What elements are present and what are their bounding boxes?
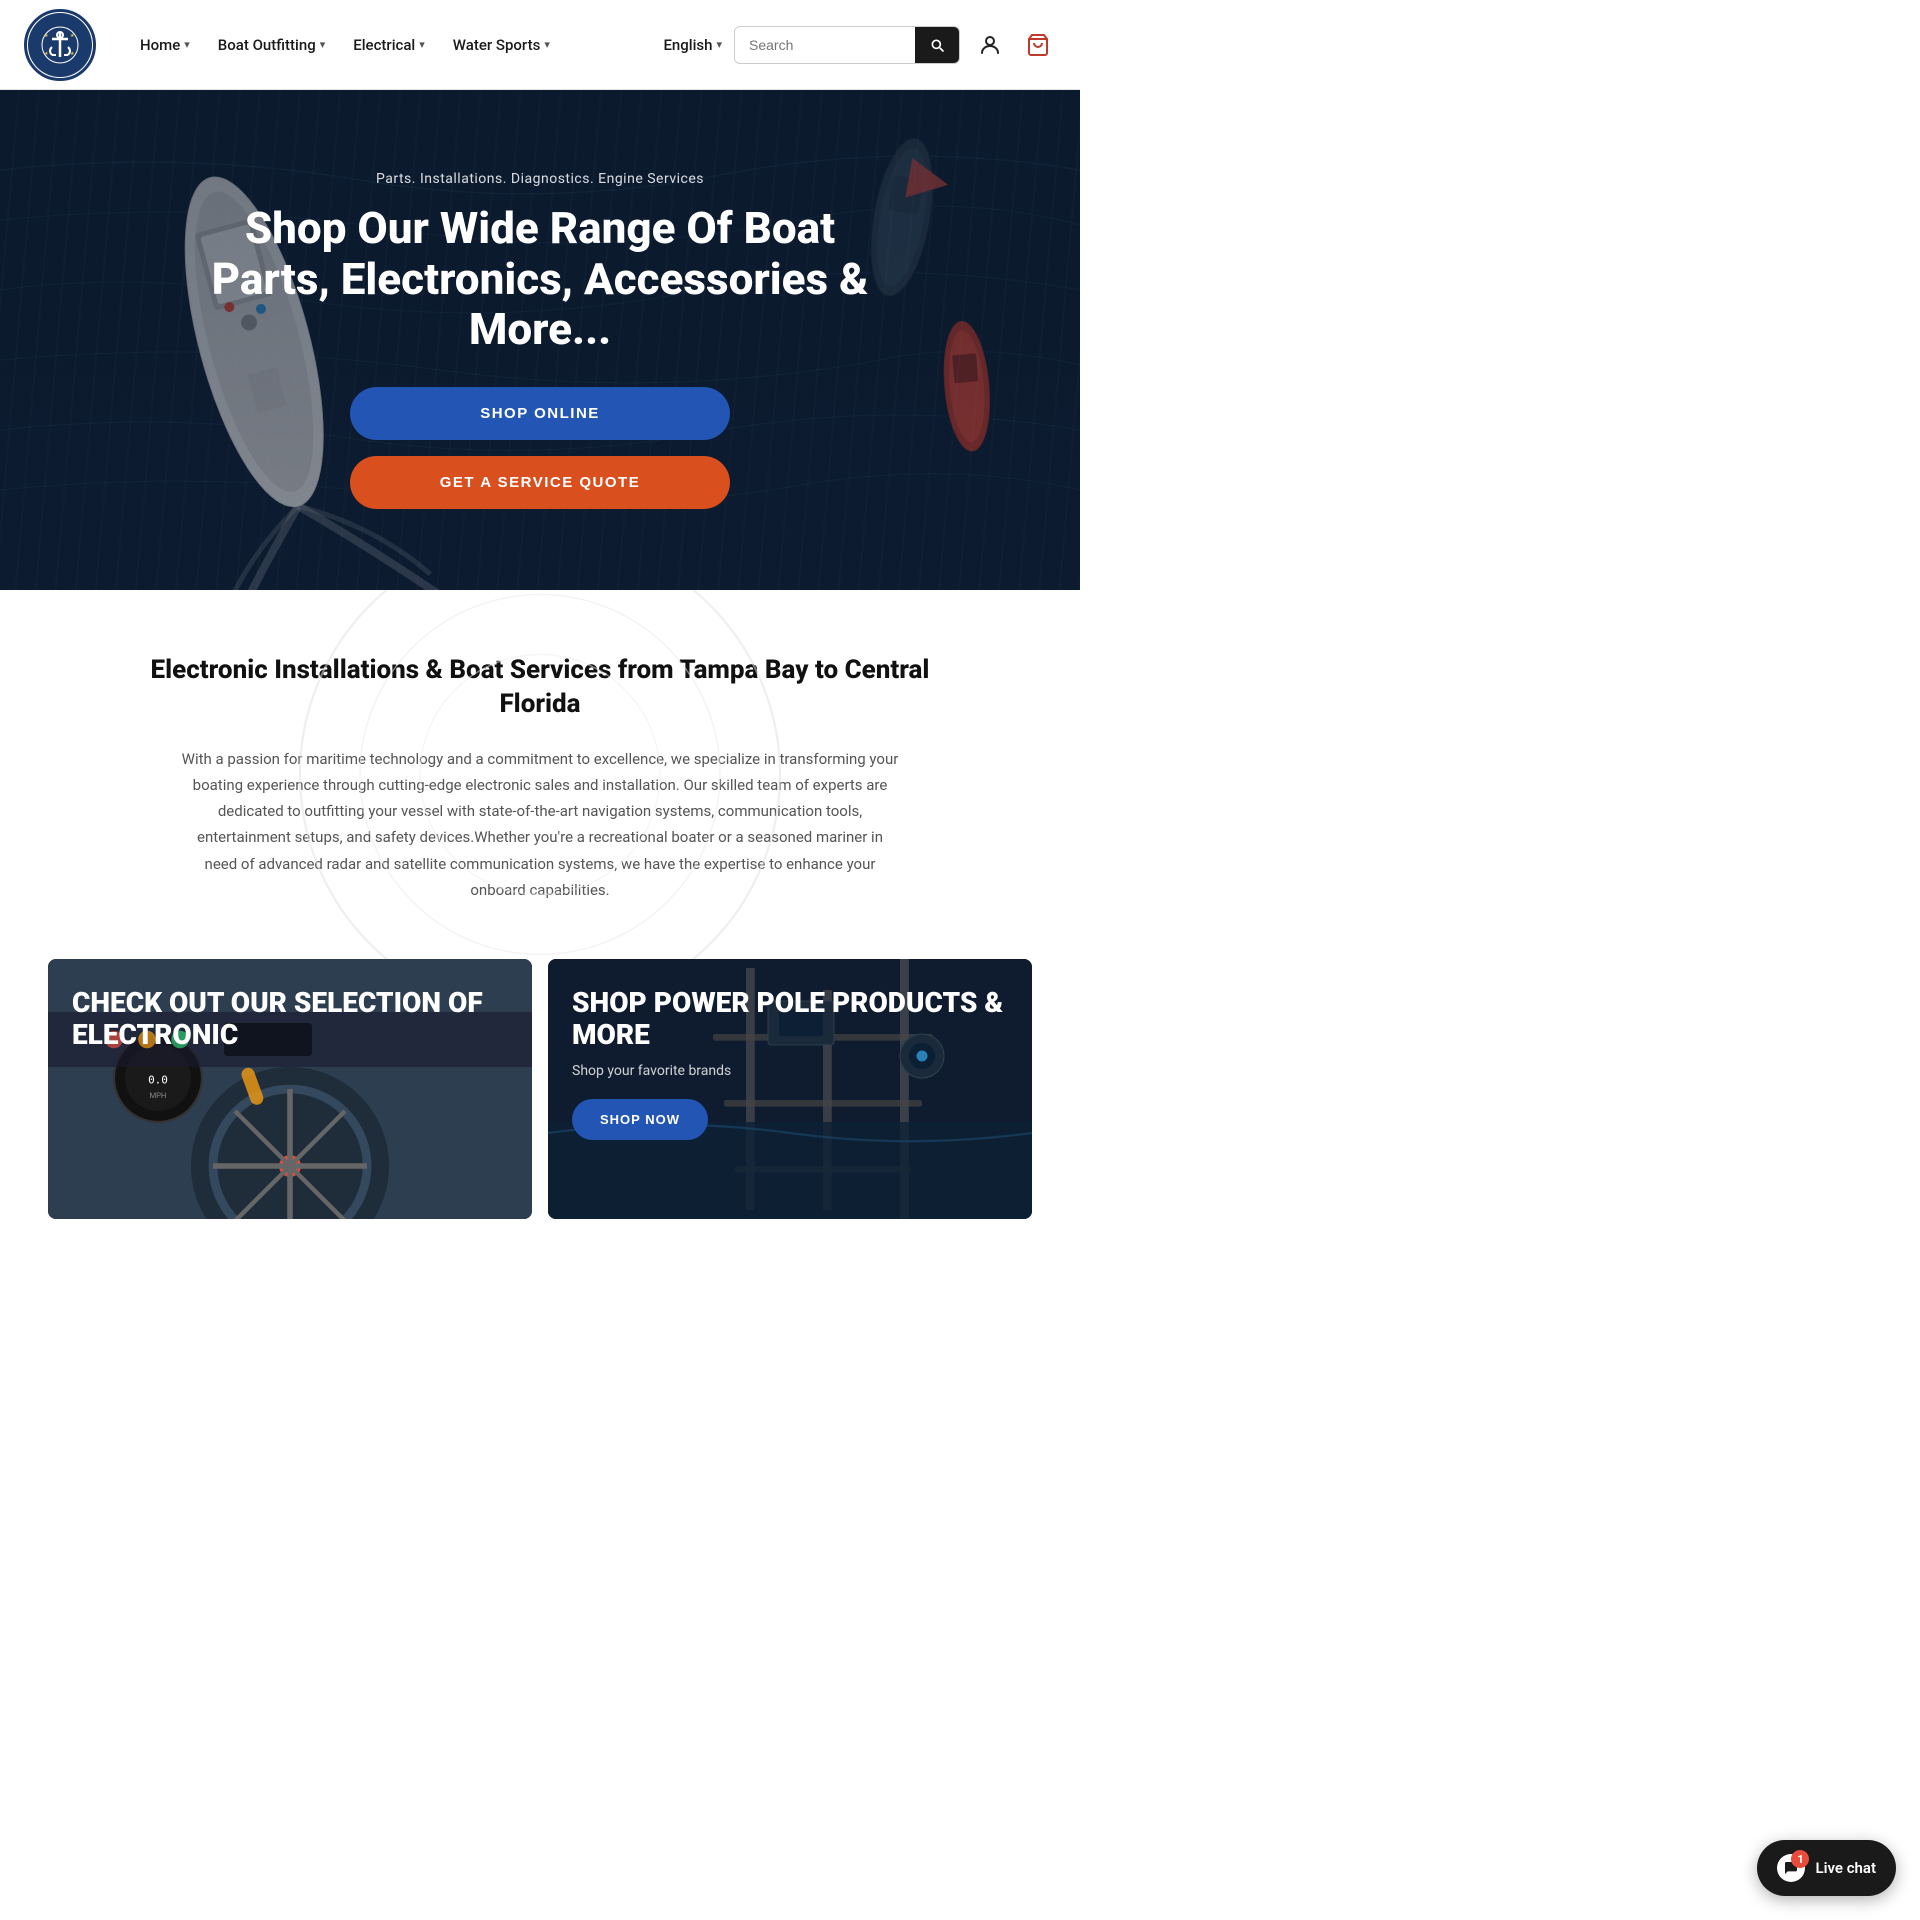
cart-button[interactable] [1020, 27, 1056, 63]
about-title: Electronic Installations & Boat Services… [120, 654, 960, 722]
search-button[interactable] [915, 27, 959, 63]
cards-section: 0.0 MPH CHECK OUT OUR SELECTION OF ELECT… [0, 959, 1080, 1259]
electrical-chevron-icon: ▾ [419, 38, 425, 51]
card-1-content: CHECK OUT OUR SELECTION OF ELECTRONIC [48, 959, 532, 1219]
svg-text:★: ★ [70, 33, 75, 39]
search-bar [734, 26, 960, 64]
search-input[interactable] [735, 29, 915, 61]
chat-notification-badge: 1 [1791, 1850, 1809, 1868]
card-power-pole[interactable]: SHOP POWER POLE PRODUCTS & MORE Shop you… [548, 959, 1032, 1219]
card-2-subtitle: Shop your favorite brands [572, 1063, 1008, 1079]
hero-section: Parts. Installations. Diagnostics. Engin… [0, 90, 1080, 590]
about-body: With a passion for maritime technology a… [180, 746, 900, 904]
cart-icon [1026, 33, 1050, 57]
home-chevron-icon: ▾ [184, 38, 190, 51]
live-chat-label: Live chat [1815, 1859, 1876, 1877]
shop-now-button[interactable]: SHOP NOW [572, 1099, 708, 1140]
nav-links: Home ▾ Boat Outfitting ▾ Electrical ▾ Wa… [128, 28, 663, 62]
language-selector[interactable]: English ▾ [663, 36, 722, 54]
shop-online-button[interactable]: SHOP ONLINE [350, 387, 730, 440]
card-2-content: SHOP POWER POLE PRODUCTS & MORE Shop you… [548, 959, 1032, 1219]
logo-svg: ★ ★ ★ ★ [40, 25, 80, 65]
card-2-title: SHOP POWER POLE PRODUCTS & MORE [572, 987, 1008, 1051]
user-icon [978, 33, 1002, 57]
nav-home[interactable]: Home ▾ [128, 28, 202, 62]
user-account-button[interactable] [972, 27, 1008, 63]
nav-boat-outfitting[interactable]: Boat Outfitting ▾ [206, 28, 337, 62]
live-chat-widget[interactable]: 1 Live chat [1757, 1840, 1896, 1896]
boat-outfitting-chevron-icon: ▾ [320, 38, 326, 51]
hero-title: Shop Our Wide Range Of Boat Parts, Elect… [210, 203, 870, 355]
chat-icon-wrap: 1 [1777, 1854, 1805, 1882]
hero-subtitle: Parts. Installations. Diagnostics. Engin… [210, 171, 870, 187]
card-electronics[interactable]: 0.0 MPH CHECK OUT OUR SELECTION OF ELECT… [48, 959, 532, 1219]
navbar: ★ ★ ★ ★ Home ▾ Boat Outfitting ▾ Electri… [0, 0, 1080, 90]
search-icon [929, 37, 945, 53]
svg-text:★: ★ [44, 33, 49, 39]
card-1-title: CHECK OUT OUR SELECTION OF ELECTRONIC [72, 987, 508, 1051]
svg-text:★: ★ [70, 51, 75, 57]
water-sports-chevron-icon: ▾ [544, 38, 550, 51]
lang-chevron-icon: ▾ [716, 38, 722, 51]
get-quote-button[interactable]: GET A SERVICE QUOTE [350, 456, 730, 509]
hero-content: Parts. Installations. Diagnostics. Engin… [190, 171, 890, 509]
logo[interactable]: ★ ★ ★ ★ [24, 9, 96, 81]
about-section: Electronic Installations & Boat Services… [0, 590, 1080, 959]
nav-right: English ▾ [663, 26, 1056, 64]
nav-electrical[interactable]: Electrical ▾ [341, 28, 437, 62]
svg-text:★: ★ [44, 51, 49, 57]
nav-water-sports[interactable]: Water Sports ▾ [441, 28, 562, 62]
